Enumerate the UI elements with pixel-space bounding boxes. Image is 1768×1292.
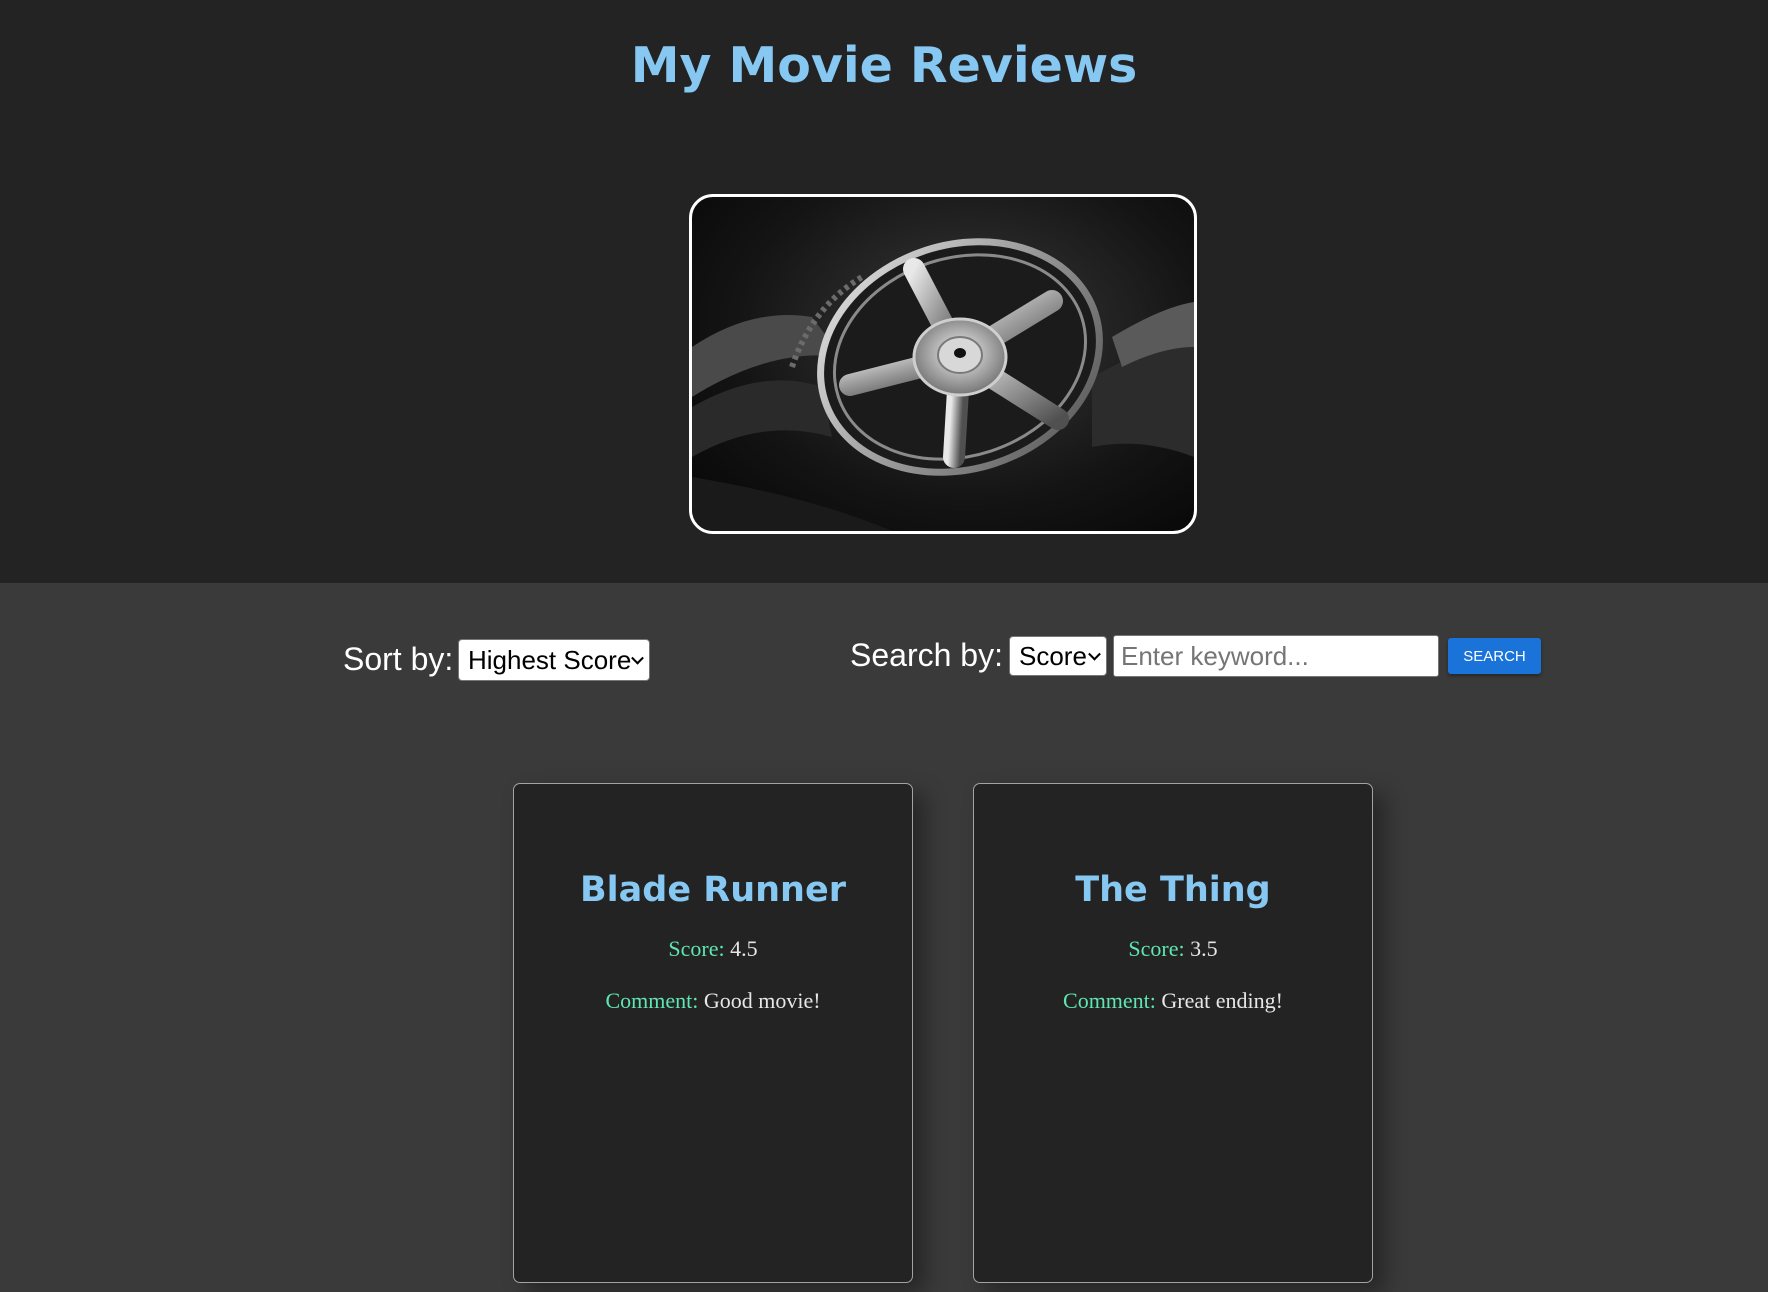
search-field-select[interactable]: Score — [1009, 636, 1107, 676]
search-field-select-value: Score — [1019, 640, 1087, 671]
page-title: My Movie Reviews — [630, 37, 1138, 94]
sort-select[interactable]: Highest Score — [458, 639, 650, 681]
page-header: My Movie Reviews — [0, 0, 1768, 583]
search-input[interactable] — [1113, 635, 1439, 677]
review-title: Blade Runner — [580, 870, 846, 910]
comment-key: Comment: — [1063, 988, 1156, 1013]
score-key: Score: — [668, 936, 725, 961]
sort-select-value: Highest Score — [468, 644, 632, 675]
score-value: 3.5 — [1190, 936, 1218, 961]
review-comment: Comment: Great ending! — [974, 987, 1372, 1015]
review-card: Blade Runner Score: 4.5 Comment: Good mo… — [513, 783, 913, 1283]
score-key: Score: — [1128, 936, 1185, 961]
review-score: Score: 3.5 — [974, 935, 1372, 963]
chevron-down-icon — [1088, 647, 1101, 661]
controls-bar: Sort by: Highest Score Search by: Score … — [0, 583, 1768, 713]
comment-key: Comment: — [605, 988, 699, 1013]
review-score: Score: 4.5 — [514, 935, 912, 963]
hero-image-film-reel — [689, 194, 1197, 534]
review-title: The Thing — [1075, 870, 1271, 910]
search-button[interactable]: SEARCH — [1448, 638, 1541, 674]
comment-value: Great ending! — [1161, 988, 1283, 1013]
review-card: The Thing Score: 3.5 Comment: Great endi… — [973, 783, 1373, 1283]
sort-label: Sort by: — [343, 641, 454, 677]
comment-value: Good movie! — [703, 988, 821, 1013]
chevron-down-icon — [631, 651, 644, 665]
search-label: Search by: — [850, 637, 1003, 673]
review-comment: Comment: Good movie! — [514, 987, 912, 1015]
score-value: 4.5 — [730, 936, 758, 961]
